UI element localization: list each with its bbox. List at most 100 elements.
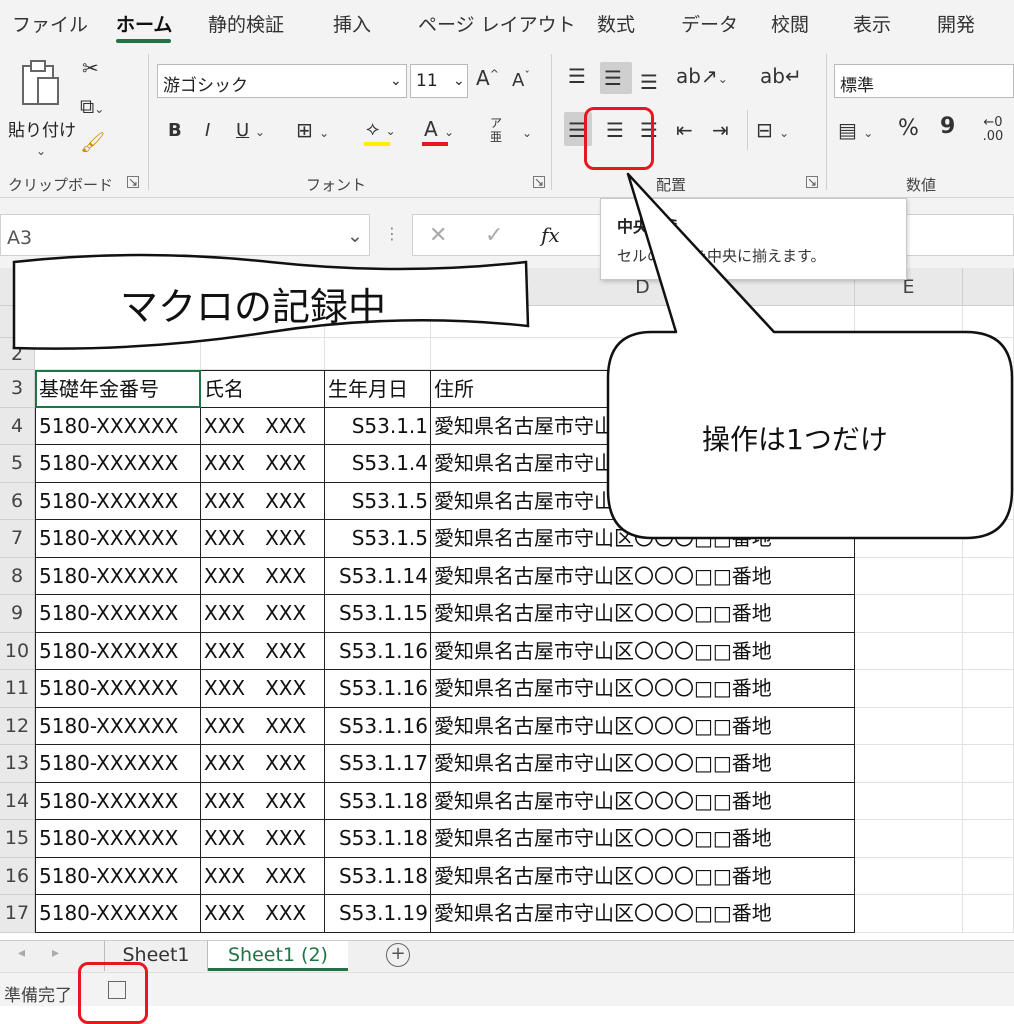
table-cell[interactable]: 5180-XXXXXX	[35, 632, 201, 670]
font-color-icon[interactable]: A ⌄	[424, 119, 454, 139]
tab-page-layout[interactable]: ページ レイアウト	[418, 10, 576, 37]
increase-decimal-icon[interactable]: ←0 .00	[972, 116, 1014, 144]
enter-icon[interactable]: ✓	[485, 223, 503, 248]
table-cell[interactable]: 愛知県名古屋市守山区〇〇〇□□番地	[431, 782, 855, 820]
table-cell[interactable]: S53.1.5	[325, 482, 431, 520]
table-cell[interactable]: 5180-XXXXXX	[35, 670, 201, 708]
row-header[interactable]: 9	[0, 595, 35, 633]
table-cell[interactable]: XXX XXX	[201, 557, 325, 595]
top-align-icon[interactable]: ☰	[568, 66, 586, 86]
bottom-align-icon[interactable]: ☰	[640, 72, 658, 92]
decrease-indent-icon[interactable]: ⇤	[676, 120, 693, 140]
table-cell[interactable]: 愛知県名古屋市守山区〇〇〇□□番地	[431, 895, 855, 933]
empty-cell[interactable]	[855, 632, 963, 670]
tab-view[interactable]: 表示	[853, 10, 891, 37]
comma-button[interactable]: 9	[940, 116, 955, 138]
table-cell[interactable]: 5180-XXXXXX	[35, 782, 201, 820]
merge-center-icon[interactable]: ⊟ ⌄	[756, 120, 789, 140]
table-cell[interactable]: 5180-XXXXXX	[35, 445, 201, 483]
row-header[interactable]: 15	[0, 820, 35, 858]
empty-cell[interactable]	[855, 820, 963, 858]
tab-review[interactable]: 校閲	[771, 10, 809, 37]
wrap-text-icon[interactable]: ab↵	[760, 66, 802, 86]
row-header[interactable]: 6	[0, 482, 35, 520]
row-header[interactable]: 16	[0, 857, 35, 895]
table-cell[interactable]: 愛知県名古屋市守山区〇〇〇□□番地	[431, 745, 855, 783]
table-cell[interactable]: XXX XXX	[201, 632, 325, 670]
table-cell[interactable]: XXX XXX	[201, 745, 325, 783]
row-header[interactable]: 8	[0, 557, 35, 595]
tab-developer[interactable]: 開発	[937, 10, 975, 37]
table-cell[interactable]: 愛知県名古屋市守山区〇〇〇□□番地	[431, 857, 855, 895]
tab-file[interactable]: ファイル	[12, 10, 88, 37]
accounting-format-icon[interactable]: ▤ ⌄	[838, 120, 873, 140]
row-header[interactable]: 3	[0, 370, 35, 408]
table-cell[interactable]: S53.1.18	[325, 782, 431, 820]
table-cell[interactable]: S53.1.5	[325, 520, 431, 558]
empty-cell[interactable]	[963, 557, 1014, 595]
table-cell[interactable]: S53.1.16	[325, 707, 431, 745]
empty-cell[interactable]	[963, 782, 1014, 820]
insert-function-button[interactable]: fx	[541, 223, 560, 247]
table-cell[interactable]: S53.1.14	[325, 557, 431, 595]
italic-button[interactable]: I	[205, 122, 210, 140]
header-cell[interactable]: 氏名	[201, 370, 325, 408]
table-cell[interactable]: 愛知県名古屋市守山区〇〇〇□□番地	[431, 670, 855, 708]
cut-icon[interactable]: ✂	[82, 58, 99, 78]
borders-icon[interactable]: ⊞ ⌄	[296, 120, 329, 140]
row-header[interactable]: 17	[0, 895, 35, 933]
row-header[interactable]: 10	[0, 632, 35, 670]
table-cell[interactable]: 5180-XXXXXX	[35, 595, 201, 633]
sheet-tab-active[interactable]: Sheet1 (2)	[208, 941, 348, 971]
row-header[interactable]: 13	[0, 745, 35, 783]
table-cell[interactable]: S53.1.19	[325, 895, 431, 933]
table-cell[interactable]: XXX XXX	[201, 857, 325, 895]
table-cell[interactable]: XXX XXX	[201, 407, 325, 445]
empty-cell[interactable]	[855, 745, 963, 783]
empty-cell[interactable]	[855, 857, 963, 895]
empty-cell[interactable]	[855, 895, 963, 933]
table-cell[interactable]: S53.1.18	[325, 820, 431, 858]
empty-cell[interactable]	[963, 632, 1014, 670]
table-cell[interactable]: S53.1.18	[325, 857, 431, 895]
row-header[interactable]: 14	[0, 782, 35, 820]
tab-insert[interactable]: 挿入	[333, 10, 371, 37]
table-cell[interactable]: XXX XXX	[201, 895, 325, 933]
row-header[interactable]: 12	[0, 707, 35, 745]
shrink-font-icon[interactable]: Aˇ	[512, 70, 530, 90]
row-header[interactable]: 5	[0, 445, 35, 483]
empty-cell[interactable]	[855, 782, 963, 820]
table-cell[interactable]: S53.1.16	[325, 632, 431, 670]
add-sheet-icon[interactable]: +	[386, 943, 410, 967]
paste-button[interactable]: 貼り付け ⌄	[8, 54, 76, 164]
font-name-select[interactable]: 游ゴシック ⌄	[157, 64, 407, 98]
empty-cell[interactable]	[963, 820, 1014, 858]
table-cell[interactable]: 5180-XXXXXX	[35, 857, 201, 895]
empty-cell[interactable]	[855, 707, 963, 745]
fill-color-icon[interactable]: ⟡ ⌄	[366, 118, 396, 138]
row-header[interactable]: 11	[0, 670, 35, 708]
format-painter-icon[interactable]: 🖌	[80, 132, 105, 152]
table-cell[interactable]: S53.1.15	[325, 595, 431, 633]
table-cell[interactable]: XXX XXX	[201, 782, 325, 820]
dialog-launcher-icon[interactable]: ↘	[533, 176, 545, 188]
table-cell[interactable]: 愛知県名古屋市守山区〇〇〇□□番地	[431, 632, 855, 670]
empty-cell[interactable]	[963, 745, 1014, 783]
scroll-left-icon[interactable]: ◂	[18, 945, 25, 961]
table-cell[interactable]: XXX XXX	[201, 595, 325, 633]
font-size-select[interactable]: 11 ⌄	[410, 64, 468, 98]
underline-button[interactable]: U ⌄	[236, 122, 265, 140]
tab-formulas[interactable]: 数式	[597, 10, 635, 37]
percent-button[interactable]: %	[898, 118, 919, 140]
empty-cell[interactable]	[963, 857, 1014, 895]
table-cell[interactable]: 5180-XXXXXX	[35, 482, 201, 520]
table-cell[interactable]: S53.1.16	[325, 670, 431, 708]
row-header[interactable]: 7	[0, 520, 35, 558]
empty-cell[interactable]	[855, 670, 963, 708]
tab-data[interactable]: データ	[681, 10, 738, 37]
bold-button[interactable]: B	[168, 122, 182, 140]
table-cell[interactable]: XXX XXX	[201, 445, 325, 483]
table-cell[interactable]: XXX XXX	[201, 670, 325, 708]
empty-cell[interactable]	[963, 707, 1014, 745]
empty-cell[interactable]	[963, 670, 1014, 708]
